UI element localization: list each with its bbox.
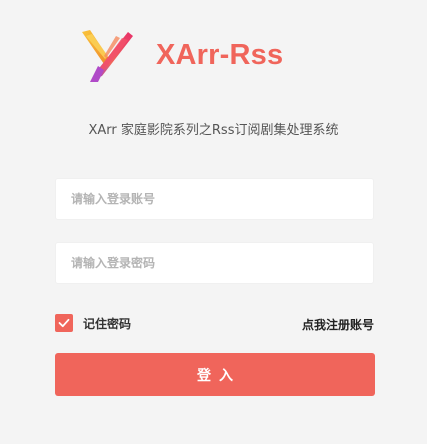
login-page: XArr-Rss XArr 家庭影院系列之Rss订阅剧集处理系统 记住密码 点我…	[0, 0, 427, 444]
checkmark-icon	[58, 318, 70, 328]
app-title: XArr-Rss	[156, 38, 284, 71]
remember-password-checkbox[interactable]	[55, 314, 73, 332]
username-field	[55, 178, 374, 220]
brand-header: XArr-Rss	[78, 26, 283, 84]
xarr-logo-icon	[82, 30, 133, 82]
app-subtitle: XArr 家庭影院系列之Rss订阅剧集处理系统	[88, 123, 339, 138]
register-account-link[interactable]: 点我注册账号	[302, 316, 374, 333]
login-button[interactable]: 登入	[55, 353, 375, 396]
remember-password-toggle[interactable]: 记住密码	[55, 314, 131, 332]
remember-password-label: 记住密码	[83, 316, 132, 331]
username-input[interactable]	[56, 179, 373, 219]
password-field	[55, 242, 374, 284]
password-input[interactable]	[56, 243, 373, 283]
